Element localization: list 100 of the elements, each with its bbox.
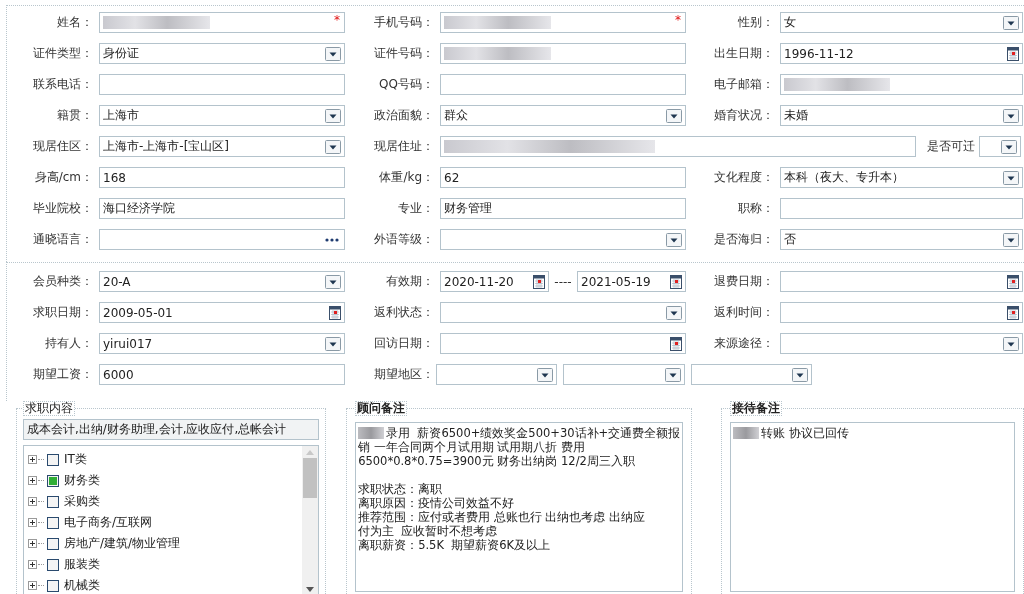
field-label: 是否可迁 [926, 138, 976, 155]
panel-title: 顾问备注 [355, 401, 408, 416]
checkbox[interactable] [47, 558, 59, 571]
expand-icon[interactable] [28, 476, 37, 485]
date-field[interactable]: 2020-11-20 [440, 271, 549, 292]
note-line: 转账 协议已回传 [761, 426, 849, 440]
dropdown[interactable]: 上海市-上海市-[宝山区] [99, 136, 345, 157]
text-field[interactable]: * [99, 12, 345, 33]
field-label: 现居住区： [32, 138, 94, 155]
scroll-thumb[interactable] [303, 458, 318, 498]
text-field[interactable] [780, 198, 1023, 219]
text-field[interactable]: 海口经济学院 [99, 198, 345, 219]
text-field[interactable]: 成本会计,出纳/财务助理,会计,应收应付,总帐会计 [23, 419, 320, 440]
dropdown[interactable]: yirui017 [99, 333, 345, 354]
text-field[interactable] [780, 74, 1023, 95]
field-label: 外语等级： [373, 231, 435, 248]
checkbox[interactable] [47, 453, 59, 466]
dropdown[interactable]: 上海市 [99, 105, 345, 126]
field-label: 文化程度： [713, 169, 775, 186]
checkbox[interactable] [47, 516, 59, 529]
ellipsis-icon[interactable] [325, 237, 339, 242]
checkbox[interactable] [47, 474, 59, 487]
calendar-icon[interactable] [533, 274, 545, 289]
tree-item[interactable]: IT类 [64, 451, 87, 468]
tree-item[interactable]: 机械类 [64, 577, 100, 594]
scroll-down-icon[interactable] [306, 587, 315, 592]
dropdown[interactable]: 20-A [99, 271, 345, 292]
expand-icon[interactable] [28, 560, 37, 569]
field-label: 性别： [737, 14, 775, 31]
field-label: 是否海归： [713, 231, 775, 248]
field-label: 婚育状况： [713, 107, 775, 124]
required-mark: * [675, 13, 681, 27]
dropdown[interactable]: 群众 [440, 105, 686, 126]
note-line: 付为主 应收暂时不想考虑 [358, 524, 498, 538]
expand-icon[interactable] [28, 518, 37, 527]
dropdown[interactable]: 身份证 [99, 43, 345, 64]
notes-textarea[interactable]: 录用 薪资6500+绩效奖金500+30话补+交通费全额报 销 一年合同两个月试用期 试用期八折 费用 6500*0.8*0.75=3900元 财务出纳岗 12/2周三入职 求职状态：离职 离职原因：疫情公司效益不好 推荐范围：应付或者费用 总账也行 出纳也考虑 出纳应 付为主 应收暂时不想考虑 离职薪资：5.5K 期望薪资6K及以上 [355, 422, 684, 592]
field-label: 姓名： [56, 14, 94, 31]
field-label: 期望工资： [32, 366, 94, 383]
checkbox[interactable] [47, 537, 59, 550]
date-field[interactable] [780, 271, 1023, 292]
field-label: 现居住址： [373, 138, 435, 155]
field-label: 通晓语言： [32, 231, 94, 248]
field-label: 电子邮箱： [713, 76, 775, 93]
calendar-icon[interactable] [1007, 46, 1019, 61]
picker-field[interactable] [99, 229, 345, 250]
text-field[interactable] [440, 43, 686, 64]
dropdown[interactable]: 否 [780, 229, 1023, 250]
tree-item[interactable]: 采购类 [64, 493, 100, 510]
note-line: 离职薪资：5.5K 期望薪资6K及以上 [358, 538, 551, 552]
note-line: 销 一年合同两个月试用期 试用期八折 费用 [358, 440, 586, 454]
text-field[interactable]: * [440, 12, 686, 33]
text-field[interactable] [99, 74, 345, 95]
tree-item[interactable]: 房地产/建筑/物业管理 [64, 535, 181, 552]
dropdown[interactable]: 本科（夜大、专升本） [780, 167, 1023, 188]
panel-title: 接待备注 [730, 401, 783, 416]
tree-item[interactable]: 财务类 [64, 472, 100, 489]
calendar-icon[interactable] [670, 336, 682, 351]
field-label: 职称： [737, 200, 775, 217]
date-field[interactable]: 2009-05-01 [99, 302, 345, 323]
text-field[interactable] [440, 136, 916, 157]
field-label: 证件号码： [373, 45, 435, 62]
date-field[interactable]: 2021-05-19 [577, 271, 686, 292]
text-field[interactable]: 168 [99, 167, 345, 188]
field-label: 回访日期： [373, 335, 435, 352]
text-field[interactable]: 62 [440, 167, 686, 188]
calendar-icon[interactable] [670, 274, 682, 289]
calendar-icon[interactable] [1007, 305, 1019, 320]
calendar-icon[interactable] [1007, 274, 1019, 289]
field-label: 返利时间： [713, 304, 775, 321]
dropdown[interactable]: 女 [780, 12, 1023, 33]
expand-icon[interactable] [28, 455, 37, 464]
text-field[interactable]: 6000 [99, 364, 345, 385]
note-line: 求职状态：离职 [358, 482, 443, 496]
calendar-icon[interactable] [329, 305, 341, 320]
note-line: 离职原因：疫情公司效益不好 [358, 496, 515, 510]
panel-title: 求职内容 [23, 401, 75, 416]
text-field[interactable]: 财务管理 [440, 198, 686, 219]
note-line: 推荐范围：应付或者费用 总账也行 出纳也考虑 出纳应 [358, 510, 646, 524]
range-separator: ---- [553, 274, 573, 289]
date-field[interactable] [780, 302, 1023, 323]
date-field[interactable] [440, 333, 686, 354]
expand-icon[interactable] [28, 539, 37, 548]
dropdown[interactable]: 未婚 [780, 105, 1023, 126]
tree-item[interactable]: 服装类 [64, 556, 100, 573]
field-label: 出生日期： [713, 45, 775, 62]
date-field[interactable]: 1996-11-12 [780, 43, 1023, 64]
required-mark: * [334, 13, 340, 27]
expand-icon[interactable] [28, 497, 37, 506]
checkbox[interactable] [47, 579, 59, 592]
checkbox[interactable] [47, 495, 59, 508]
tree-item[interactable]: 电子商务/互联网 [64, 514, 153, 531]
field-label: 会员种类： [32, 273, 94, 290]
field-label: 返利状态： [373, 304, 435, 321]
scrollbar[interactable] [302, 446, 319, 594]
field-label: 来源途径： [713, 335, 775, 352]
notes-textarea[interactable]: 转账 协议已回传 [730, 422, 1015, 592]
text-field[interactable] [440, 74, 686, 95]
field-label: 有效期： [385, 273, 435, 290]
expand-icon[interactable] [28, 581, 37, 590]
